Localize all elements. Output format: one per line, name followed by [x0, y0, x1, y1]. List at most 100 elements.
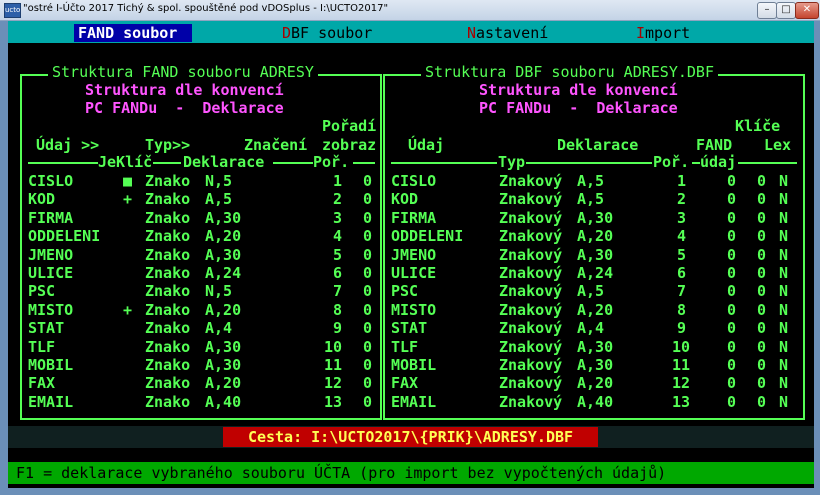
left-header-rule [273, 162, 313, 164]
right-cell-fand: 0 [726, 245, 736, 264]
right-cell-type: Znakový [499, 392, 563, 411]
status-bar: F1 = deklarace vybraného souboru ÚČTA (p… [8, 462, 814, 484]
right-cell-decl: A,40 [577, 392, 614, 411]
right-cell-key: 0 [756, 282, 766, 301]
right-cell-key: 0 [756, 356, 766, 374]
right-cell-decl: A,20 [577, 227, 614, 246]
menu-label: AND soubor [87, 24, 178, 42]
right-header-rule [738, 162, 797, 164]
right-cell-key: 0 [756, 300, 766, 319]
right-cell-order: 12 [672, 374, 691, 393]
left-header-poradi: Pořadí [322, 117, 377, 135]
right-subtitle-1: Struktura dle konvencí [479, 81, 678, 99]
right-cell-order: 3 [676, 208, 686, 227]
right-row[interactable]: FIRMA Znakový A,30 3 0 0 N [8, 209, 814, 227]
right-cell-decl: A,4 [577, 319, 605, 338]
right-row[interactable]: JMENO Znakový A,30 5 0 0 N [8, 246, 814, 264]
dos-screen: FAND soubor DBF soubor Nastavení Import … [8, 21, 814, 488]
right-cell-type: Znakový [499, 356, 563, 374]
right-cell-key: 0 [756, 245, 766, 264]
right-cell-lex: N [778, 190, 788, 209]
menu-import[interactable]: Import [632, 24, 694, 42]
window-titlebar[interactable]: ucto "ostré I-Účto 2017 Tichý & spol. sp… [0, 0, 820, 21]
right-cell-name: FIRMA [391, 208, 437, 227]
left-header-znaceni: Značení [244, 136, 308, 154]
right-row[interactable]: CISLO Znakový A,5 1 0 0 N [8, 172, 814, 190]
right-cell-fand: 0 [726, 190, 736, 209]
right-cell-fand: 0 [726, 264, 736, 282]
right-cell-lex: N [778, 374, 788, 393]
minimize-button[interactable]: – [757, 2, 777, 19]
right-cell-key: 0 [756, 227, 766, 246]
menu-hotkey: I [636, 24, 646, 42]
right-cell-name: CISLO [391, 172, 437, 190]
right-cell-key: 0 [756, 319, 766, 338]
right-header-rule [391, 162, 497, 164]
right-row[interactable]: MOBIL Znakový A,30 11 0 0 N [8, 356, 814, 374]
right-cell-type: Znakový [499, 264, 563, 282]
right-row[interactable]: STAT Znakový A,4 9 0 0 N [8, 319, 814, 337]
right-row[interactable]: EMAIL Znakový A,40 13 0 0 N [8, 393, 814, 411]
right-cell-decl: A,24 [577, 264, 614, 282]
right-cell-fand: 0 [726, 282, 736, 301]
menu-dbf-soubor[interactable]: DBF soubor [278, 24, 376, 42]
menu-hotkey: D [282, 24, 292, 42]
right-cell-lex: N [778, 300, 788, 319]
right-label-udaj: údaj [700, 153, 737, 171]
right-row[interactable]: TLF Znakový A,30 10 0 0 N [8, 338, 814, 356]
right-cell-name: ODDELENI [391, 227, 464, 246]
right-cell-type: Znakový [499, 300, 563, 319]
menu-nastaveni[interactable]: Nastavení [463, 24, 552, 42]
right-cell-decl: A,5 [577, 282, 605, 301]
right-cell-name: MOBIL [391, 356, 437, 374]
right-cell-name: FAX [391, 374, 419, 393]
right-cell-fand: 0 [726, 356, 736, 374]
right-label-typ: Typ [498, 153, 526, 171]
right-cell-decl: A,5 [577, 190, 605, 209]
right-header-fand: FAND [696, 136, 733, 154]
window-title: "ostré I-Účto 2017 Tichý & spol. spouště… [23, 3, 389, 14]
right-header-deklarace: Deklarace [557, 136, 639, 154]
right-cell-key: 0 [756, 337, 766, 356]
maximize-button[interactable]: □ [776, 2, 796, 19]
right-row[interactable]: PSC Znakový A,5 7 0 0 N [8, 282, 814, 300]
right-header-rule [526, 162, 652, 164]
left-panel-title: Struktura FAND souboru ADRESY [48, 64, 318, 80]
menu-fand-soubor[interactable]: FAND soubor [74, 24, 192, 42]
close-button[interactable]: ✕ [795, 2, 819, 19]
left-header-rule [28, 162, 98, 164]
right-cell-decl: A,20 [577, 374, 614, 393]
right-cell-decl: A,20 [577, 300, 614, 319]
right-cell-name: TLF [391, 337, 419, 356]
right-cell-fand: 0 [726, 337, 736, 356]
right-subtitle-2: PC FANDu - Deklarace [479, 99, 678, 117]
right-cell-order: 2 [676, 190, 686, 209]
menu-label: mport [645, 24, 691, 42]
right-cell-type: Znakový [499, 190, 563, 209]
left-header-udaj: Údaj >> [36, 136, 100, 154]
right-row[interactable]: ULICE Znakový A,24 6 0 0 N [8, 264, 814, 282]
right-row[interactable]: ODDELENI Znakový A,20 4 0 0 N [8, 227, 814, 245]
right-cell-type: Znakový [499, 374, 563, 393]
right-cell-lex: N [778, 208, 788, 227]
right-cell-key: 0 [756, 190, 766, 209]
right-cell-order: 6 [676, 264, 686, 282]
right-cell-lex: N [778, 337, 788, 356]
path-label: Cesta: I:\UCTO2017\{PRIK}\ADRESY.DBF [223, 427, 598, 447]
right-cell-order: 5 [676, 245, 686, 264]
menu-hotkey: N [467, 24, 477, 42]
right-row[interactable]: MISTO Znakový A,20 8 0 0 N [8, 301, 814, 319]
right-cell-decl: A,30 [577, 208, 614, 227]
right-cell-fand: 0 [726, 319, 736, 338]
right-cell-key: 0 [756, 264, 766, 282]
right-cell-decl: A,30 [577, 356, 614, 374]
right-header-rule [692, 162, 700, 164]
right-cell-key: 0 [756, 172, 766, 190]
right-cell-type: Znakový [499, 319, 563, 338]
right-cell-type: Znakový [499, 172, 563, 190]
right-row[interactable]: FAX Znakový A,20 12 0 0 N [8, 374, 814, 392]
right-cell-decl: A,5 [577, 172, 605, 190]
right-row[interactable]: KOD Znakový A,5 2 0 0 N [8, 190, 814, 208]
right-header-lex: Lex [764, 136, 792, 154]
right-cell-name: PSC [391, 282, 419, 301]
